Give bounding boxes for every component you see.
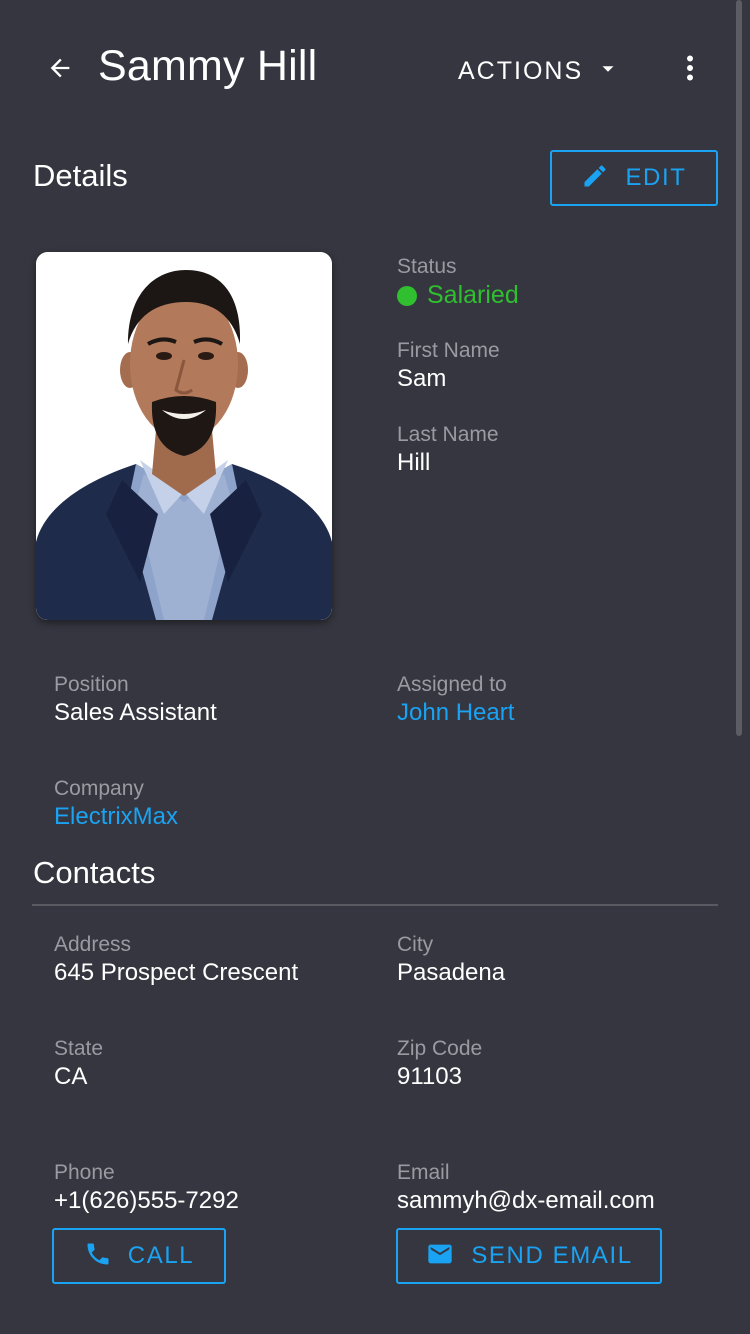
state-field: State CA: [54, 1037, 103, 1091]
send-email-button[interactable]: SEND EMAIL: [396, 1228, 662, 1284]
phone-label: Phone: [54, 1161, 115, 1184]
contacts-section-title: Contacts: [33, 855, 156, 890]
first-name-value: Sam: [397, 365, 447, 392]
envelope-icon: [425, 1240, 455, 1273]
more-options-button[interactable]: [668, 48, 712, 92]
actions-label: ACTIONS: [458, 56, 584, 85]
position-label: Position: [54, 673, 129, 696]
details-section-title: Details: [33, 158, 128, 193]
city-label: City: [397, 933, 434, 956]
phone-field: Phone +1(626)555-7292: [54, 1161, 239, 1215]
city-value: Pasadena: [397, 959, 506, 986]
pencil-icon: [581, 162, 609, 195]
caret-down-icon: [597, 58, 619, 85]
zip-code-label: Zip Code: [397, 1037, 483, 1060]
status-label: Status: [397, 255, 457, 278]
status-value: Salaried: [427, 281, 519, 309]
assigned-to-label: Assigned to: [397, 673, 507, 696]
call-button[interactable]: CALL: [52, 1228, 226, 1284]
zip-code-field: Zip Code 91103: [397, 1037, 482, 1091]
edit-button[interactable]: EDIT: [550, 150, 718, 206]
section-divider: [32, 904, 718, 906]
position-field: Position Sales Assistant: [54, 673, 217, 727]
arrow-left-icon: [46, 54, 74, 87]
company-field: Company ElectrixMax: [54, 777, 178, 831]
email-value: sammyh@dx-email.com: [397, 1187, 655, 1214]
more-vertical-icon: [686, 55, 694, 86]
status-indicator-icon: [397, 285, 417, 306]
state-value: CA: [54, 1063, 88, 1090]
send-email-label: SEND EMAIL: [471, 1242, 633, 1269]
call-label: CALL: [127, 1242, 195, 1269]
state-label: State: [54, 1037, 104, 1060]
assigned-to-link[interactable]: John Heart: [397, 699, 514, 727]
employee-photo: [36, 252, 332, 620]
email-field: Email sammyh@dx-email.com: [397, 1161, 655, 1215]
actions-dropdown-button[interactable]: ACTIONS: [448, 50, 629, 92]
address-value: 645 Prospect Crescent: [54, 959, 299, 986]
address-label: Address: [54, 933, 132, 956]
address-field: Address 645 Prospect Crescent: [54, 933, 298, 987]
zip-code-value: 91103: [397, 1063, 462, 1090]
edit-label: EDIT: [625, 164, 687, 191]
back-button[interactable]: [36, 50, 84, 90]
city-field: City Pasadena: [397, 933, 505, 987]
company-label: Company: [54, 777, 144, 800]
last-name-field: Last Name Hill: [397, 423, 499, 477]
company-link[interactable]: ElectrixMax: [54, 803, 178, 831]
first-name-label: First Name: [397, 339, 500, 362]
status-field: Status Salaried: [397, 255, 519, 310]
position-value: Sales Assistant: [54, 699, 217, 726]
email-label: Email: [397, 1161, 450, 1184]
assigned-to-field: Assigned to John Heart: [397, 673, 514, 727]
last-name-label: Last Name: [397, 423, 499, 446]
first-name-field: First Name Sam: [397, 339, 500, 393]
phone-value: +1(626)555-7292: [54, 1187, 239, 1214]
phone-icon: [84, 1240, 112, 1273]
last-name-value: Hill: [397, 449, 431, 476]
page-title: Sammy Hill: [98, 42, 318, 90]
scrollbar[interactable]: [736, 0, 742, 736]
